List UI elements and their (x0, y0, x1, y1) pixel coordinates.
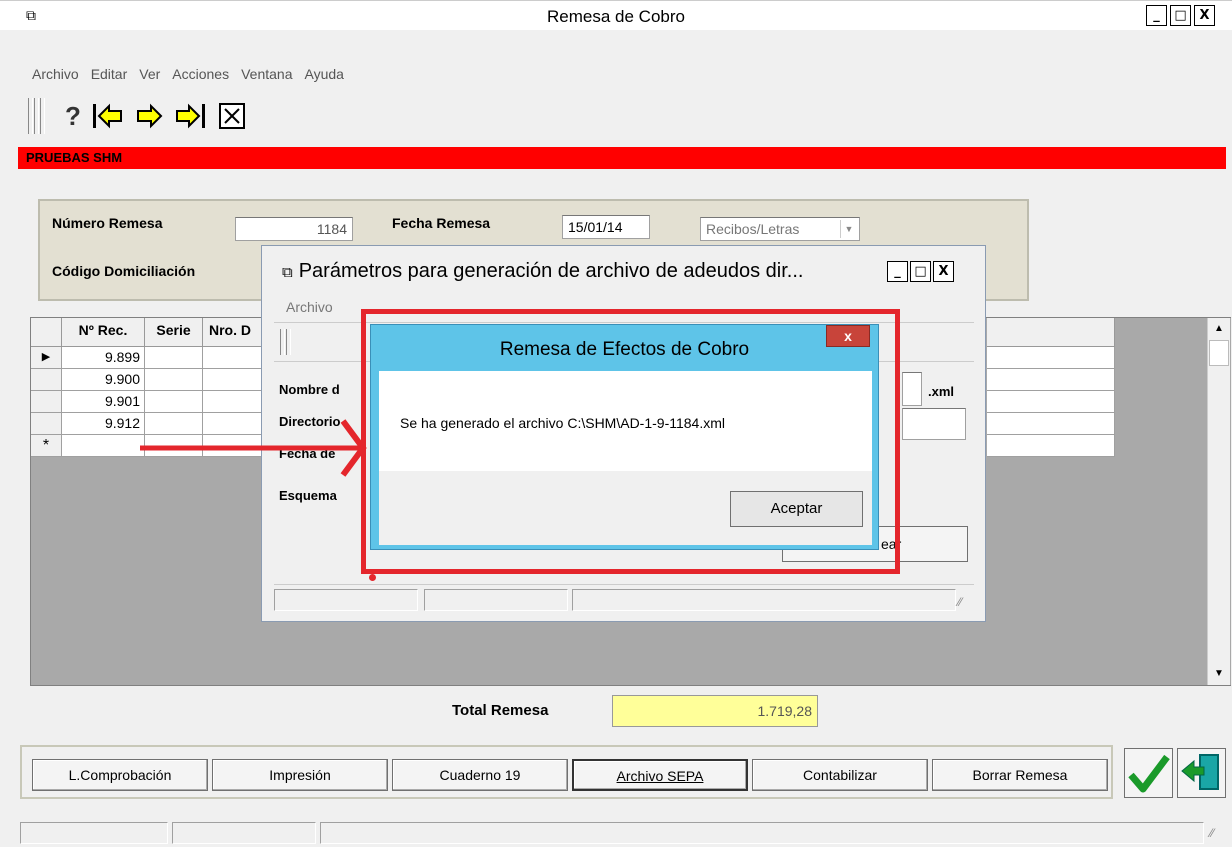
tipo-select[interactable]: Recibos/Letras ▼ (700, 217, 860, 241)
menu-ver[interactable]: Ver (139, 66, 160, 82)
row-selector-icon[interactable]: ▶ (31, 347, 62, 369)
company-name: PRUEBAS SHM (26, 150, 123, 165)
cell-nrec[interactable] (62, 435, 145, 457)
grid-corner (31, 318, 62, 347)
row-selector[interactable] (31, 369, 62, 391)
row-selector[interactable] (31, 413, 62, 435)
company-bar: PRUEBAS SHM (18, 147, 1226, 169)
dialog-maximize-button[interactable]: □ (910, 261, 931, 282)
dialog-title: ⧉ Parámetros para generación de archivo d… (282, 260, 803, 283)
dialog-filename-field[interactable] (902, 372, 922, 406)
col-header-nrodoc[interactable]: Nro. D (203, 318, 263, 347)
cell-extra[interactable] (987, 347, 1115, 369)
chevron-down-icon[interactable]: ▼ (840, 220, 857, 238)
dialog-menu-archivo[interactable]: Archivo (286, 299, 333, 315)
toolbar: ? (28, 98, 245, 134)
cell-nrec[interactable]: 9.899 (62, 347, 145, 369)
help-icon[interactable]: ? (65, 101, 81, 132)
checkmark-icon (1128, 754, 1170, 793)
dialog-app-icon: ⧉ (282, 264, 293, 281)
menu-ventana[interactable]: Ventana (241, 66, 292, 82)
cell-serie[interactable] (145, 391, 203, 413)
menu-archivo[interactable]: Archivo (32, 66, 79, 82)
cell-extra[interactable] (987, 369, 1115, 391)
status-pane-2 (172, 822, 316, 844)
tipo-select-value: Recibos/Letras (706, 221, 800, 237)
cell-nrec[interactable]: 9.912 (62, 413, 145, 435)
cell-serie[interactable] (145, 347, 203, 369)
cell-nrec[interactable]: 9.901 (62, 391, 145, 413)
annotation-highlight-frame (361, 309, 900, 574)
cell-extra[interactable] (987, 391, 1115, 413)
close-button[interactable]: X (1194, 5, 1215, 26)
contabilizar-button[interactable]: Contabilizar (752, 759, 928, 791)
annotation-dot (369, 574, 376, 581)
action-button-bar: L.Comprobación Impresión Cuaderno 19 Arc… (20, 745, 1113, 799)
menu-ayuda[interactable]: Ayuda (304, 66, 343, 82)
dialog-status-pane-1 (274, 589, 418, 611)
dialog-status-pane-3 (572, 589, 956, 611)
scroll-thumb[interactable] (1209, 340, 1229, 366)
title-bar: ⧉ Remesa de Cobro _ □ X (0, 0, 1232, 30)
status-pane-1 (20, 822, 168, 844)
total-remesa-label: Total Remesa (452, 702, 549, 719)
first-record-icon[interactable] (91, 102, 125, 130)
row-selector[interactable] (31, 391, 62, 413)
cell-nrodoc[interactable] (203, 347, 263, 369)
menu-acciones[interactable]: Acciones (172, 66, 229, 82)
exit-door-icon (1181, 754, 1219, 790)
window-title: Remesa de Cobro (547, 7, 685, 26)
fecha-remesa-field[interactable]: 15/01/14 (562, 215, 650, 239)
dialog-label-esquema: Esquema (279, 488, 337, 503)
archivo-sepa-label: Archivo SEPA (616, 768, 704, 784)
next-record-icon[interactable] (135, 102, 165, 130)
numero-remesa-label: Número Remesa (52, 215, 163, 231)
last-record-icon[interactable] (175, 102, 209, 130)
cell-nrec[interactable]: 9.900 (62, 369, 145, 391)
scroll-down-icon[interactable]: ▼ (1208, 663, 1230, 685)
impresion-button[interactable]: Impresión (212, 759, 388, 791)
dialog-status-bar: ⁄⁄ (274, 584, 974, 612)
col-header-nrec[interactable]: Nº Rec. (62, 318, 145, 347)
dialog-directory-field[interactable] (902, 408, 966, 440)
dialog-ext-label: .xml (928, 384, 955, 399)
numero-remesa-field[interactable]: 1184 (235, 217, 353, 241)
cuaderno19-button[interactable]: Cuaderno 19 (392, 759, 568, 791)
annotation-arrow-icon (140, 419, 367, 477)
borrar-remesa-button[interactable]: Borrar Remesa (932, 759, 1108, 791)
dialog-resize-grip-icon[interactable]: ⁄⁄ (958, 595, 962, 609)
col-header-serie[interactable]: Serie (145, 318, 203, 347)
menu-editar[interactable]: Editar (91, 66, 128, 82)
status-pane-3 (320, 822, 1204, 844)
cell-nrodoc[interactable] (203, 391, 263, 413)
accept-check-button[interactable] (1124, 748, 1173, 798)
cell-nrodoc[interactable] (203, 369, 263, 391)
close-form-icon[interactable] (218, 103, 245, 129)
new-row-icon[interactable]: * (31, 435, 62, 457)
total-remesa-value: 1.719,28 (612, 695, 818, 727)
menu-bar: Archivo Editar Ver Acciones Ventana Ayuda (32, 66, 356, 82)
status-bar: ⁄⁄ (0, 818, 1232, 847)
minimize-button[interactable]: _ (1146, 5, 1167, 26)
lcomprobacion-button[interactable]: L.Comprobación (32, 759, 208, 791)
toolbar-grip[interactable] (28, 98, 45, 134)
archivo-sepa-button[interactable]: Archivo SEPA (572, 759, 748, 791)
dialog-minimize-button[interactable]: _ (887, 261, 908, 282)
cell-extra[interactable] (987, 435, 1115, 457)
codigo-domiciliacion-label: Código Domiciliación (52, 263, 196, 279)
col-header-extra (987, 318, 1115, 347)
exit-button[interactable] (1177, 748, 1226, 798)
dialog-label-nombre: Nombre d (279, 382, 340, 397)
dialog-title-text: Parámetros para generación de archivo de… (298, 260, 804, 282)
vertical-scrollbar[interactable]: ▲ ▼ (1207, 318, 1230, 685)
dialog-close-button[interactable]: X (933, 261, 954, 282)
dialog-status-pane-2 (424, 589, 568, 611)
maximize-button[interactable]: □ (1170, 5, 1191, 26)
cell-serie[interactable] (145, 369, 203, 391)
scroll-up-icon[interactable]: ▲ (1208, 318, 1230, 340)
cell-extra[interactable] (987, 413, 1115, 435)
fecha-remesa-label: Fecha Remesa (392, 215, 491, 231)
resize-grip-icon[interactable]: ⁄⁄ (1210, 826, 1214, 840)
